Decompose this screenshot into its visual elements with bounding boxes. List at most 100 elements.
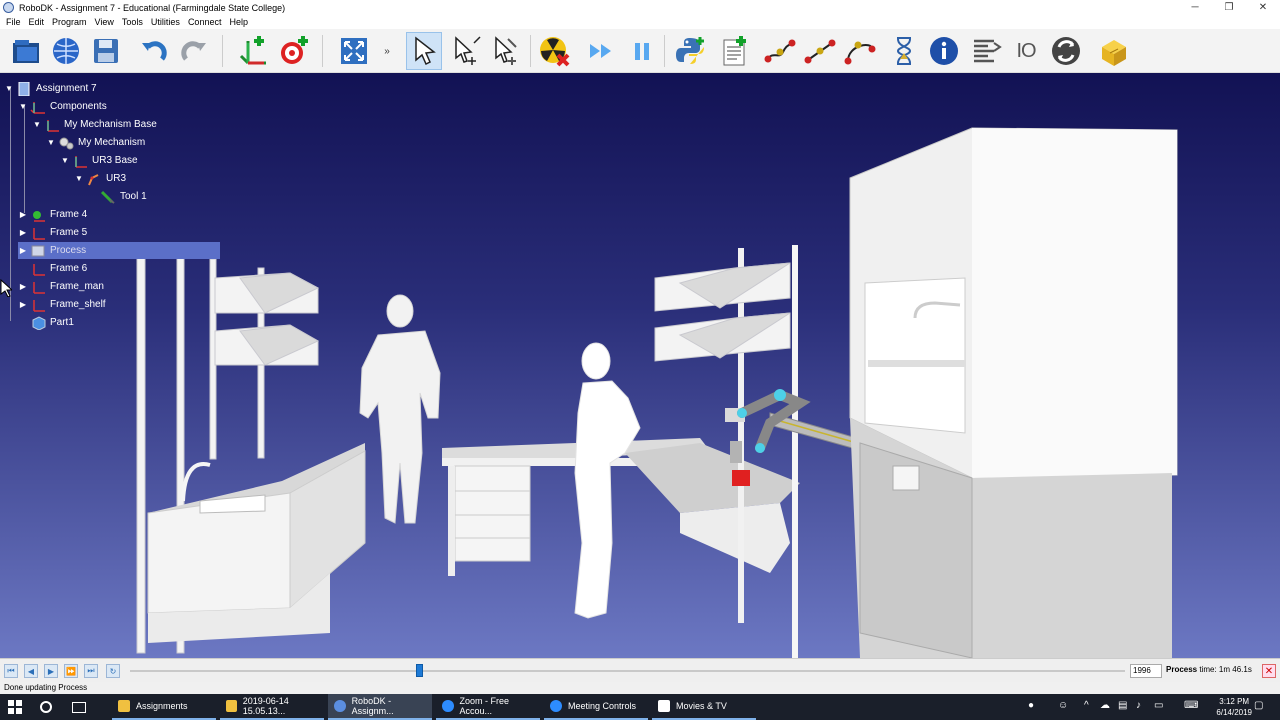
fast-simulation-icon[interactable] xyxy=(584,32,620,70)
joint-move-icon[interactable] xyxy=(762,32,798,70)
play-icon[interactable]: ▶ xyxy=(44,664,58,678)
select-icon[interactable] xyxy=(406,32,442,70)
network-icon[interactable]: ▤ xyxy=(1118,700,1127,711)
taskbar-item-assignments[interactable]: Assignments xyxy=(112,694,216,720)
taskbar-item-zoom[interactable]: Zoom - Free Accou... xyxy=(436,694,540,720)
expand-arrow-icon[interactable]: ▶ xyxy=(18,282,28,292)
tree-node-tool-1[interactable]: Tool 1 xyxy=(100,188,147,205)
robodk-app-icon xyxy=(3,2,14,13)
expand-arrow-icon[interactable]: ▶ xyxy=(18,210,28,220)
taskbar-item-robodk[interactable]: RoboDK - Assignm... xyxy=(328,694,432,720)
taskbar-clock[interactable]: 3:12 PM 6/14/2019 xyxy=(1216,696,1252,718)
battery-icon[interactable]: ▭ xyxy=(1154,700,1163,711)
simulation-timeline: ⏮ ◀ ▶ ⏩ ⏭ ↻ 1996 Process time: 1m 46.1s … xyxy=(0,658,1280,682)
taskbar-item-movies-tv[interactable]: Movies & TV xyxy=(652,694,756,720)
tree-node-ur3[interactable]: ▼ UR3 xyxy=(74,170,126,187)
tree-node-frame-5[interactable]: ▶ Frame 5 xyxy=(18,224,87,241)
window-title: RoboDK - Assignment 7 - Educational (Far… xyxy=(19,2,286,13)
expand-arrow-icon[interactable]: ▶ xyxy=(18,300,28,310)
tree-node-my-mechanism[interactable]: ▼ My Mechanism xyxy=(46,134,145,151)
timeline-track[interactable] xyxy=(130,670,1125,672)
python-program-icon[interactable] xyxy=(672,32,708,70)
volume-icon[interactable]: ♪ xyxy=(1136,700,1141,711)
menu-program[interactable]: Program xyxy=(52,17,87,27)
onedrive-icon[interactable]: ☁ xyxy=(1100,700,1110,711)
expand-arrow-icon[interactable]: ▶ xyxy=(18,228,28,238)
program-call-icon[interactable] xyxy=(968,32,1004,70)
tree-node-frame-shelf[interactable]: ▶ Frame_shelf xyxy=(18,296,106,313)
save-icon[interactable] xyxy=(88,32,124,70)
notifications-icon[interactable]: ▢ xyxy=(1254,700,1263,711)
add-target-icon[interactable] xyxy=(276,32,312,70)
collapse-arrow-icon[interactable]: ▼ xyxy=(18,102,28,112)
people-icon[interactable]: ☺ xyxy=(1058,700,1068,711)
3d-viewport[interactable]: ▼ Assignment 7 ▼ Components ▼ My Mechani… xyxy=(0,73,1280,658)
fast-forward-icon[interactable]: ⏩ xyxy=(64,664,78,678)
tree-node-components[interactable]: ▼ Components xyxy=(18,98,107,115)
menu-utilities[interactable]: Utilities xyxy=(151,17,180,27)
keyboard-icon[interactable]: ⌨ xyxy=(1184,700,1198,711)
zoom-tray-icon[interactable]: ● xyxy=(1028,700,1034,711)
open-station-icon[interactable] xyxy=(8,32,44,70)
expand-arrow-icon[interactable]: ▶ xyxy=(18,246,28,256)
frame-icon xyxy=(75,155,87,168)
set-reference-icon[interactable] xyxy=(1048,32,1084,70)
circular-move-icon[interactable] xyxy=(842,32,878,70)
taskbar-item-meeting-controls[interactable]: Meeting Controls xyxy=(544,694,648,720)
menu-connect[interactable]: Connect xyxy=(188,17,222,27)
menu-edit[interactable]: Edit xyxy=(29,17,45,27)
move-reference-icon[interactable] xyxy=(448,32,484,70)
online-library-icon[interactable] xyxy=(48,32,84,70)
pause-icon[interactable] xyxy=(624,32,660,70)
pause-instruction-icon[interactable] xyxy=(886,32,922,70)
start-button[interactable] xyxy=(8,694,22,720)
zoom-icon xyxy=(550,700,562,712)
taskbar-item-recording-folder[interactable]: 2019-06-14 15.05.13... xyxy=(220,694,324,720)
go-start-icon[interactable]: ⏮ xyxy=(4,664,18,678)
tree-node-assignment-7[interactable]: ▼ Assignment 7 xyxy=(4,80,97,97)
collapse-arrow-icon[interactable]: ▼ xyxy=(74,174,84,184)
more-icon[interactable]: » xyxy=(380,32,394,70)
redo-icon[interactable] xyxy=(176,32,212,70)
tree-node-process[interactable]: ▶ Process xyxy=(18,242,220,259)
menu-help[interactable]: Help xyxy=(229,17,248,27)
tree-node-frame-4[interactable]: ▶ Frame 4 xyxy=(18,206,87,223)
step-spinbox[interactable]: 1996 xyxy=(1130,664,1162,678)
collapse-arrow-icon[interactable]: ▼ xyxy=(4,84,14,94)
move-tool-icon[interactable] xyxy=(488,32,524,70)
tree-node-part1[interactable]: Part1 xyxy=(30,314,74,331)
show-hidden-icons-icon[interactable]: ^ xyxy=(1084,700,1089,711)
go-end-icon[interactable]: ⏭ xyxy=(84,664,98,678)
undo-icon[interactable] xyxy=(136,32,172,70)
task-view-button[interactable] xyxy=(72,694,86,720)
message-icon[interactable] xyxy=(926,32,962,70)
tree-node-my-mechanism-base[interactable]: ▼ My Mechanism Base xyxy=(32,116,157,133)
menu-file[interactable]: File xyxy=(6,17,21,27)
tree-node-frame-man[interactable]: ▶ Frame_man xyxy=(18,278,104,295)
collapse-arrow-icon[interactable]: ▼ xyxy=(60,156,70,166)
loop-icon[interactable]: ↻ xyxy=(106,664,120,678)
tree-node-ur3-base[interactable]: ▼ UR3 Base xyxy=(60,152,138,169)
menu-tools[interactable]: Tools xyxy=(122,17,143,27)
close-icon[interactable]: ✕ xyxy=(1246,0,1280,15)
add-reference-frame-icon[interactable] xyxy=(236,32,272,70)
menu-view[interactable]: View xyxy=(95,17,114,27)
fit-all-icon[interactable] xyxy=(336,32,372,70)
collapse-arrow-icon[interactable]: ▼ xyxy=(32,120,42,130)
io-icon[interactable]: IO xyxy=(1008,32,1044,70)
collision-check-icon[interactable] xyxy=(536,32,572,70)
timeline-handle[interactable] xyxy=(415,664,423,677)
collapse-arrow-icon[interactable]: ▼ xyxy=(46,138,56,148)
minimize-icon[interactable]: ─ xyxy=(1178,0,1212,15)
maximize-icon[interactable]: ❐ xyxy=(1212,0,1246,15)
add-tool-icon[interactable] xyxy=(1096,32,1132,70)
mechanism-icon xyxy=(59,137,74,149)
search-button[interactable] xyxy=(40,694,52,720)
menu-bar: File Edit Program View Tools Utilities C… xyxy=(0,15,1280,29)
new-program-icon[interactable] xyxy=(716,32,752,70)
tree-node-frame-6[interactable]: Frame 6 xyxy=(30,260,87,277)
station-icon xyxy=(18,81,30,96)
step-back-icon[interactable]: ◀ xyxy=(24,664,38,678)
close-timeline-icon[interactable]: ✕ xyxy=(1262,664,1276,678)
linear-move-icon[interactable] xyxy=(802,32,838,70)
